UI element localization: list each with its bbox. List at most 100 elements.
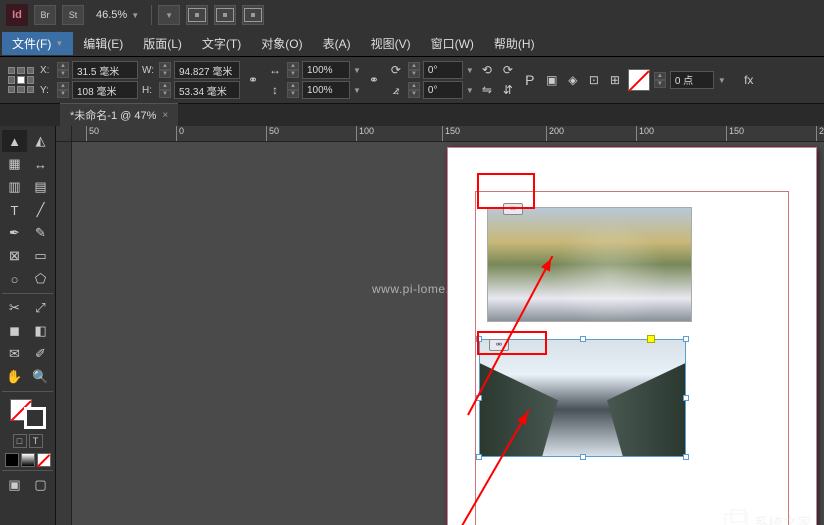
- flip-h-icon[interactable]: ⇋: [478, 81, 496, 99]
- view-options-button[interactable]: ▼: [158, 5, 180, 25]
- x-stepper[interactable]: ▲▼: [57, 62, 69, 78]
- menu-type[interactable]: 文字(T): [192, 32, 251, 55]
- gradient-feather-tool[interactable]: ◧: [28, 320, 53, 342]
- stock-button[interactable]: St: [62, 5, 84, 25]
- y-input[interactable]: 108 毫米: [72, 81, 138, 99]
- rotate-icon: ⟳: [387, 61, 405, 79]
- rotate-ccw-icon[interactable]: ⟲: [478, 61, 496, 79]
- page[interactable]: ⚮ ⚮: [447, 147, 817, 525]
- y-stepper[interactable]: ▲▼: [57, 82, 69, 98]
- stroke-weight-input[interactable]: 0 点: [670, 71, 714, 89]
- direct-selection-tool[interactable]: ◭: [28, 130, 53, 152]
- rectangle-tool[interactable]: ▭: [28, 245, 53, 267]
- preview-view-icon[interactable]: ▢: [28, 474, 53, 496]
- content-placer-tool[interactable]: ▤: [28, 176, 53, 198]
- pen-tool[interactable]: ✒: [2, 222, 27, 244]
- zoom-tool[interactable]: 🔍: [28, 366, 53, 388]
- ruler-origin[interactable]: [56, 126, 72, 142]
- container-format-icon[interactable]: □: [13, 434, 27, 448]
- h-stepper[interactable]: ▲▼: [159, 82, 171, 98]
- scissors-tool[interactable]: ✂: [2, 297, 27, 319]
- canvas[interactable]: www.pi-lome. ⚮ ⚮: [72, 142, 824, 525]
- sx-stepper[interactable]: ▲▼: [287, 62, 299, 78]
- annotation-box: [477, 173, 535, 209]
- flip-v-icon[interactable]: ⇵: [499, 81, 517, 99]
- selection-tool[interactable]: ▲: [2, 130, 27, 152]
- menu-bar: 文件(F) ▼ 编辑(E) 版面(L) 文字(T) 对象(O) 表(A) 视图(…: [0, 30, 824, 56]
- placed-image-1[interactable]: [487, 207, 692, 322]
- menu-layout[interactable]: 版面(L): [133, 32, 192, 55]
- zoom-level-select[interactable]: 46.5% ▼: [90, 7, 145, 23]
- w-input[interactable]: 94.827 毫米: [174, 61, 240, 79]
- apply-color-icon[interactable]: [5, 453, 19, 467]
- menu-view[interactable]: 视图(V): [361, 32, 421, 55]
- scale-y-input[interactable]: 100%: [302, 81, 350, 99]
- select-container-icon[interactable]: ▣: [543, 71, 561, 89]
- menu-object[interactable]: 对象(O): [251, 32, 312, 55]
- note-tool[interactable]: ✉: [2, 343, 27, 365]
- corner-options-handle[interactable]: [647, 335, 655, 343]
- ellipse-tool[interactable]: ○: [2, 268, 27, 290]
- w-label: W:: [142, 65, 156, 76]
- selection-handle[interactable]: [683, 336, 689, 342]
- apply-none-icon[interactable]: [37, 453, 51, 467]
- fit-frame-icon[interactable]: ⊞: [606, 71, 624, 89]
- w-stepper[interactable]: ▲▼: [159, 62, 171, 78]
- fill-stroke-swatch[interactable]: [10, 399, 46, 429]
- document-tab[interactable]: *未命名-1 @ 47% ×: [60, 103, 178, 126]
- selection-handle[interactable]: [683, 395, 689, 401]
- pencil-tool[interactable]: ✎: [28, 222, 53, 244]
- sy-stepper[interactable]: ▲▼: [287, 82, 299, 98]
- page-tool[interactable]: ▦: [2, 153, 27, 175]
- scale-y-icon: ↕: [266, 81, 284, 99]
- horizontal-ruler[interactable]: 50 0 50 100 150 200 100 150 200: [72, 126, 824, 142]
- rectangle-frame-tool[interactable]: ⊠: [2, 245, 27, 267]
- arrange-button[interactable]: [214, 5, 236, 25]
- type-tool[interactable]: T: [2, 199, 27, 221]
- apply-gradient-icon[interactable]: [21, 453, 35, 467]
- polygon-tool[interactable]: ⬠: [28, 268, 53, 290]
- scale-x-icon: ↔: [266, 61, 284, 79]
- chevron-down-icon: ▼: [55, 39, 63, 48]
- h-input[interactable]: 53.34 毫米: [174, 81, 240, 99]
- shear-input[interactable]: 0°: [423, 81, 463, 99]
- selection-handle[interactable]: [683, 454, 689, 460]
- menu-window[interactable]: 窗口(W): [421, 32, 484, 55]
- gap-tool[interactable]: ↔: [28, 153, 53, 175]
- x-input[interactable]: 31.5 毫米: [72, 61, 138, 79]
- control-bar: X:▲▼31.5 毫米 Y:▲▼108 毫米 W:▲▼94.827 毫米 H:▲…: [0, 56, 824, 104]
- fx-icon[interactable]: fx: [740, 71, 758, 89]
- fit-content-icon[interactable]: ⊡: [585, 71, 603, 89]
- text-format-icon[interactable]: T: [29, 434, 43, 448]
- p-icon[interactable]: P: [521, 71, 539, 89]
- bridge-button[interactable]: Br: [34, 5, 56, 25]
- screen-mode-button[interactable]: [186, 5, 208, 25]
- selection-handle[interactable]: [476, 454, 482, 460]
- eyedropper-tool[interactable]: ✐: [28, 343, 53, 365]
- rotate-input[interactable]: 0°: [423, 61, 463, 79]
- h-label: H:: [142, 85, 156, 96]
- vertical-ruler[interactable]: [56, 142, 72, 525]
- selection-handle[interactable]: [580, 454, 586, 460]
- link-wh-icon[interactable]: ⚭: [244, 71, 262, 89]
- gradient-swatch-tool[interactable]: ◼: [2, 320, 27, 342]
- arrange-2-button[interactable]: [242, 5, 264, 25]
- reference-point[interactable]: [6, 65, 36, 95]
- fill-swatch[interactable]: [628, 69, 650, 91]
- menu-table[interactable]: 表(A): [313, 32, 361, 55]
- selection-handle[interactable]: [580, 336, 586, 342]
- scale-x-input[interactable]: 100%: [302, 61, 350, 79]
- select-content-icon[interactable]: ◈: [564, 71, 582, 89]
- menu-file[interactable]: 文件(F) ▼: [2, 32, 73, 55]
- menu-edit[interactable]: 编辑(E): [73, 32, 133, 55]
- hand-tool[interactable]: ✋: [2, 366, 27, 388]
- link-scale-icon[interactable]: ⚭: [365, 71, 383, 89]
- rotate-cw-icon[interactable]: ⟳: [499, 61, 517, 79]
- close-icon[interactable]: ×: [162, 110, 168, 121]
- menu-help[interactable]: 帮助(H): [484, 32, 545, 55]
- line-tool[interactable]: ╱: [28, 199, 53, 221]
- normal-view-icon[interactable]: ▣: [2, 474, 27, 496]
- free-transform-tool[interactable]: ⤢: [28, 297, 53, 319]
- annotation-box: [477, 331, 547, 355]
- content-collector-tool[interactable]: ▥: [2, 176, 27, 198]
